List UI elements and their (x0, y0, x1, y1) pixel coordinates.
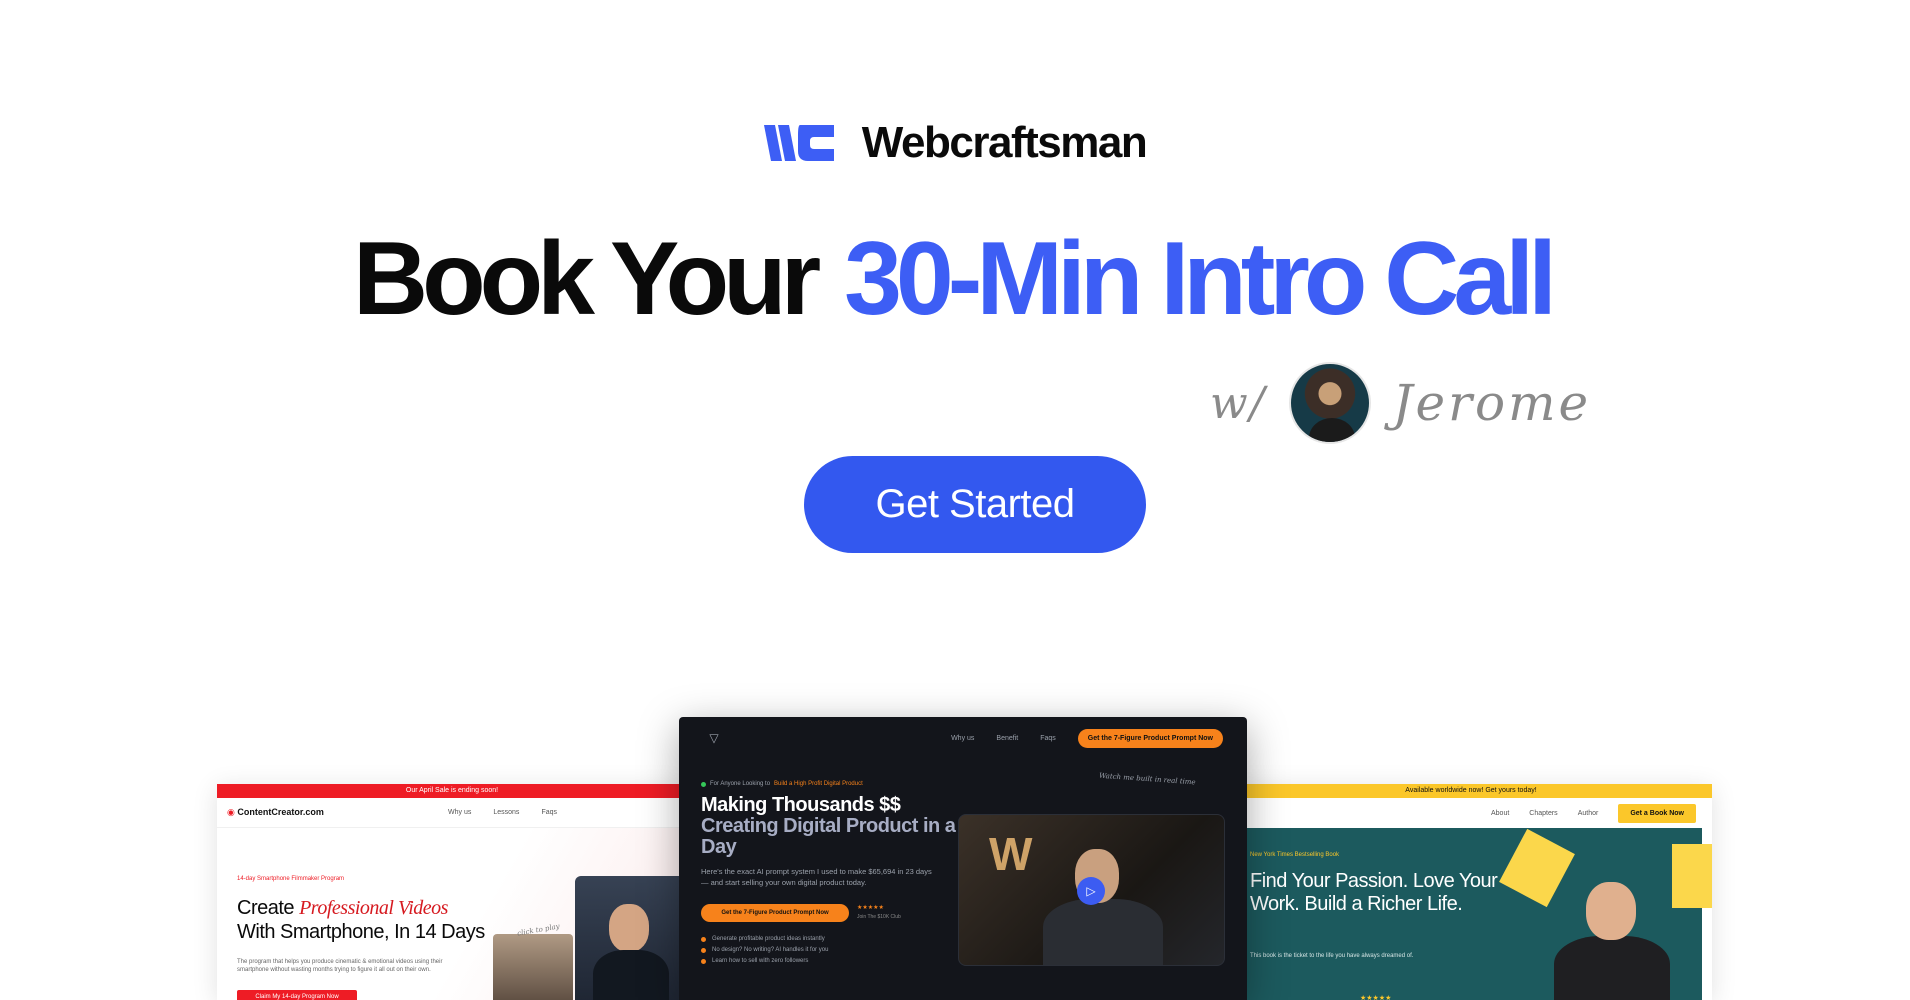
kicker-text: For Anyone Looking to (710, 781, 771, 787)
handwritten-note: Watch me built in real time (1098, 771, 1196, 787)
logo-mark-icon: ◉ (227, 807, 235, 817)
preview-card-content-creator: Our April Sale is ending soon! ◉ Content… (217, 784, 687, 1000)
preview-hero: New York Times Bestselling Book Find You… (1240, 828, 1712, 1000)
brand[interactable]: Webcraftsman (0, 118, 1910, 168)
preview-card-book: Available worldwide now! Get yours today… (1230, 784, 1712, 1000)
host-name: Jerome (1392, 374, 1592, 432)
logo-suffix: .com (302, 807, 324, 817)
face-shape (1586, 882, 1636, 940)
get-started-button[interactable]: Get Started (804, 456, 1146, 553)
benefit-list: Generate profitable product ideas instan… (701, 936, 828, 969)
nav-link: Why us (448, 809, 472, 816)
list-item-text: Learn how to sell with zero followers (712, 958, 809, 964)
preview-title: Create Professional Videos With Smartpho… (237, 896, 487, 944)
content-creator-logo: ◉ ContentCreator.com (227, 807, 324, 818)
preview-description: The program that helps you produce cinem… (237, 959, 443, 974)
face-shape (609, 904, 649, 952)
preview-description: Here's the exact AI prompt system I used… (701, 867, 932, 887)
preview-nav: ▽ Why us Benefit Faqs Get the 7-Figure P… (679, 717, 1247, 759)
preview-kicker: New York Times Bestselling Book (1250, 852, 1340, 858)
nav-link: Faqs (541, 809, 557, 816)
nav-link: Why us (951, 734, 975, 742)
page-title: Book Your 30-Min Intro Call (0, 221, 1910, 337)
get-prompt-nav-button: Get the 7-Figure Product Prompt Now (1077, 728, 1223, 748)
webcraftsman-logo-icon (763, 125, 834, 161)
logo-text: ContentCreator (237, 807, 303, 817)
status-dot-icon (701, 781, 706, 787)
headline-plain: Book Your (352, 221, 821, 337)
preview-nav: ◉ ContentCreator.com Why us Lessons Faqs (217, 798, 687, 828)
bullet-icon (701, 947, 706, 953)
sale-banner: Our April Sale is ending soon! (217, 784, 687, 798)
nav-link: About (1490, 809, 1510, 817)
title-emphasis: Professional Videos (299, 897, 448, 919)
bullet-icon (701, 936, 706, 942)
preview-nav-links: About Chapters Author Get a Book Now (1490, 803, 1696, 823)
title-line: Making Thousands $$ (701, 794, 901, 816)
instructor-photo (575, 876, 687, 1000)
preview-card-digital-product: ▽ Why us Benefit Faqs Get the 7-Figure P… (679, 717, 1247, 1000)
get-prompt-button: Get the 7-Figure Product Prompt Now (701, 904, 849, 922)
nav-link: Author (1577, 809, 1599, 817)
video-thumbnail: W ▷ (958, 814, 1225, 966)
get-book-button: Get a Book Now (1618, 803, 1696, 823)
nav-link: Faqs (1040, 734, 1056, 742)
preview-hero: 14-day Smartphone Filmmaker Program Crea… (217, 828, 687, 1000)
nav-link: Lessons (493, 809, 520, 816)
body-shape (1554, 936, 1670, 1000)
brand-name: Webcraftsman (861, 118, 1148, 167)
neon-logo-icon: W (989, 828, 1033, 880)
title-line: Creating Digital Product in a Day (701, 815, 956, 858)
host-line: w/ Jerome (1210, 362, 1591, 444)
preview-title: Find Your Passion. Love Your Work. Build… (1250, 870, 1498, 915)
title-part: Create (237, 897, 295, 919)
claim-program-button: Claim My 14-day Program Now (237, 990, 357, 1000)
book-cover-image (1672, 844, 1712, 908)
kicker-highlight: Build a High Profit Digital Product (774, 781, 863, 787)
rating-stars: ★★★★★ (857, 905, 884, 911)
shirt-shape (1043, 899, 1163, 965)
list-item-text: Generate profitable product ideas instan… (712, 936, 825, 942)
play-icon: ▷ (1077, 877, 1105, 905)
list-item-text: No design? No writing? AI handles it for… (712, 947, 829, 953)
preview-nav-links: Why us Benefit Faqs Get the 7-Figure Pro… (951, 728, 1223, 748)
preview-nav-links: Why us Lessons Faqs (448, 809, 557, 816)
nav-link: Benefit (996, 734, 1019, 742)
list-item: Generate profitable product ideas instan… (701, 936, 828, 942)
instructor-thumbnail (493, 934, 573, 1000)
host-prefix: w/ (1210, 377, 1267, 429)
list-item: Learn how to sell with zero followers (701, 958, 828, 964)
preview-description: This book is the ticket to the life you … (1250, 953, 1414, 959)
headline-highlight: 30-Min Intro Call (838, 222, 1557, 336)
title-part: With Smartphone, In 14 Days (237, 921, 485, 943)
shirt-shape (593, 950, 669, 1000)
avatar (1288, 362, 1371, 444)
preview-kicker: For Anyone Looking to Build a High Profi… (701, 781, 863, 787)
club-label: Join The $10K Club (857, 914, 901, 920)
nav-link: Chapters (1529, 809, 1558, 817)
preview-title: Making Thousands $$ Creating Digital Pro… (701, 795, 961, 858)
availability-banner: Available worldwide now! Get yours today… (1230, 784, 1712, 798)
author-photo (1546, 872, 1676, 1000)
list-item: No design? No writing? AI handles it for… (701, 947, 828, 953)
preview-nav: About Chapters Author Get a Book Now (1230, 798, 1712, 828)
rating-stars: ★★★★★ (1360, 995, 1392, 1000)
preview-kicker: 14-day Smartphone Filmmaker Program (237, 876, 345, 882)
bullet-icon (701, 958, 706, 964)
brand-logo-icon: ▽ (709, 731, 719, 745)
